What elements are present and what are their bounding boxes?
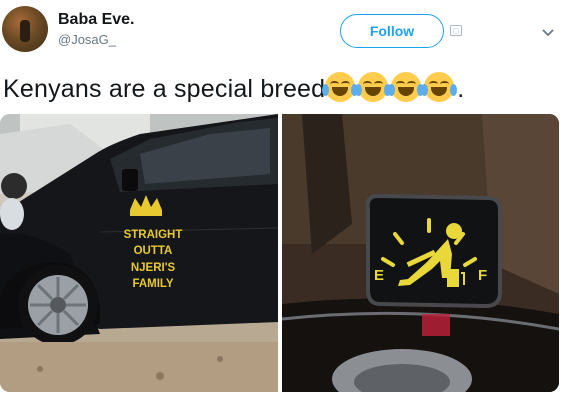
laughing-emoji-icon (322, 72, 359, 102)
laughing-emoji-icon (421, 72, 458, 102)
gauge-empty-label: E (374, 267, 384, 284)
sticker-line: FAMILY (132, 278, 173, 290)
gauge-full-label: F (478, 267, 487, 284)
user-name[interactable]: Baba Eve. (58, 11, 134, 29)
follow-button[interactable]: Follow (340, 14, 444, 48)
laughing-emoji-icon (355, 72, 392, 102)
chevron-down-icon[interactable] (541, 25, 555, 39)
user-handle[interactable]: @JosaG_ (58, 32, 116, 47)
tweet-suffix: . (457, 75, 465, 103)
sticker-line: OUTTA (134, 245, 173, 257)
block-icon[interactable]: ▢ (450, 25, 462, 36)
sticker-line: NJERI'S (131, 262, 176, 274)
car-door-photo: STRAIGHT OUTTA NJERI'S FAMILY (0, 114, 278, 392)
laughing-emoji-icon (388, 72, 425, 102)
fuel-cap-photo: E F (282, 114, 559, 392)
tweet-photo-car-door[interactable]: STRAIGHT OUTTA NJERI'S FAMILY (0, 114, 278, 392)
avatar[interactable] (2, 6, 48, 52)
tweet-text: Kenyans are a special breed. (3, 72, 464, 104)
sticker-line: STRAIGHT (124, 229, 183, 241)
tweet-body: Kenyans are a special breed (3, 75, 326, 103)
tweet-photo-fuel-cap[interactable]: E F (282, 114, 559, 392)
